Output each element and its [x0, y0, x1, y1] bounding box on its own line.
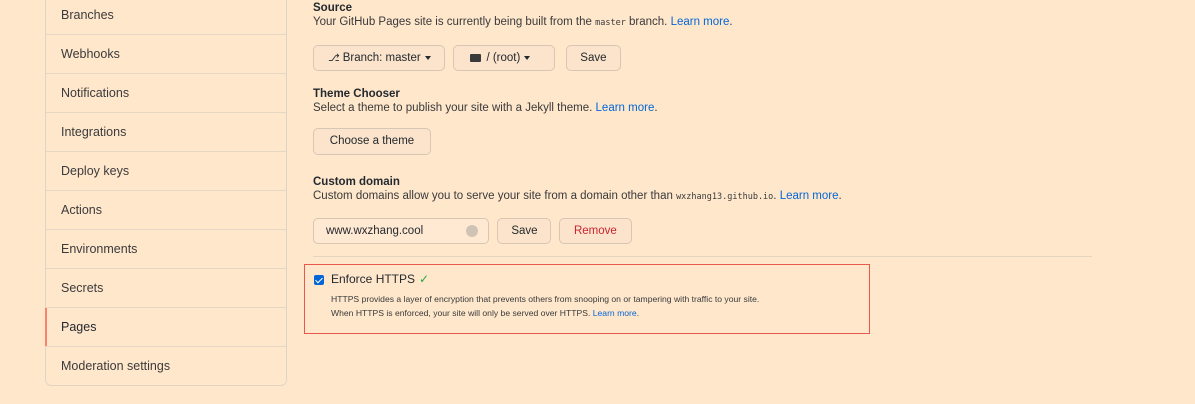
folder-icon	[470, 54, 482, 62]
sidebar-item-notifications[interactable]: Notifications	[46, 73, 286, 112]
period: .	[729, 16, 733, 28]
sidebar-item-label: Notifications	[61, 86, 130, 100]
theme-learn-more-link[interactable]: Learn more	[596, 102, 655, 114]
check-icon: ✓	[419, 272, 430, 286]
branch-select-button[interactable]: ⎇ Branch: master	[313, 45, 445, 71]
custom-domain-input[interactable]: www.wxzhang.cool	[313, 218, 489, 244]
source-section: Source Your GitHub Pages site is current…	[313, 2, 733, 28]
domain-code: wxzhang13.github.io	[676, 192, 774, 202]
enforce-https-label[interactable]: Enforce HTTPS ✓	[331, 272, 429, 286]
enforce-https-text: Enforce HTTPS	[331, 272, 416, 286]
theme-section: Theme Chooser Select a theme to publish …	[313, 88, 658, 114]
custom-domain-controls: www.wxzhang.cool Save Remove	[313, 218, 632, 244]
choose-theme-button[interactable]: Choose a theme	[313, 128, 431, 155]
https-desc-line2: When HTTPS is enforced, your site will o…	[331, 306, 759, 320]
source-learn-more-link[interactable]: Learn more	[671, 16, 730, 28]
sidebar-item-label: Environments	[61, 242, 138, 256]
custom-domain-section: Custom domain Custom domains allow you t…	[313, 176, 842, 202]
custom-domain-title: Custom domain	[313, 176, 400, 188]
theme-title: Theme Chooser	[313, 88, 400, 100]
branch-button-label: Branch: master	[342, 52, 421, 64]
section-divider	[313, 256, 1092, 257]
period: .	[838, 190, 842, 202]
enforce-https-checkbox[interactable]	[314, 275, 324, 285]
domain-remove-button[interactable]: Remove	[558, 218, 632, 244]
theme-description: Select a theme to publish your site with…	[313, 102, 658, 114]
sidebar-item-label: Secrets	[61, 281, 104, 295]
custom-domain-value: www.wxzhang.cool	[326, 225, 424, 237]
sidebar-item-label: Integrations	[61, 125, 127, 139]
source-desc-text-2: branch.	[625, 16, 671, 28]
source-save-button[interactable]: Save	[565, 45, 621, 71]
sidebar-item-label: Deploy keys	[61, 164, 130, 178]
sidebar-item-label: Actions	[61, 203, 102, 217]
period: .	[654, 102, 658, 114]
theme-desc-text: Select a theme to publish your site with…	[313, 102, 596, 114]
sidebar-item-label: Webhooks	[61, 47, 120, 61]
source-controls: ⎇ Branch: master / (root) Save	[313, 45, 621, 71]
chevron-down-icon	[424, 55, 431, 60]
enforce-https-box: Enforce HTTPS ✓ HTTPS provides a layer of…	[304, 264, 870, 334]
domain-learn-more-link[interactable]: Learn more	[780, 190, 839, 202]
sidebar-item-label: Branches	[61, 8, 114, 22]
sidebar-item-branches[interactable]: Branches	[46, 0, 286, 34]
domain-desc-text: Custom domains allow you to serve your s…	[313, 190, 677, 202]
source-description: Your GitHub Pages site is currently bein…	[313, 16, 733, 28]
folder-select-button[interactable]: / (root)	[453, 45, 556, 71]
https-desc-text: When HTTPS is enforced, your site will o…	[331, 308, 593, 318]
chevron-down-icon	[524, 55, 531, 60]
sidebar-item-secrets[interactable]: Secrets	[46, 268, 286, 307]
sidebar-item-deploy-keys[interactable]: Deploy keys	[46, 151, 286, 190]
sidebar-item-environments[interactable]: Environments	[46, 229, 286, 268]
domain-save-button[interactable]: Save	[497, 218, 552, 244]
enforce-https-description: HTTPS provides a layer of encryption tha…	[331, 292, 759, 320]
custom-domain-description: Custom domains allow you to serve your s…	[313, 190, 842, 202]
period: .	[636, 308, 640, 318]
branch-icon: ⎇	[328, 53, 340, 64]
sidebar-item-label: Pages	[61, 320, 97, 334]
source-desc-text: Your GitHub Pages site is currently bein…	[313, 16, 596, 28]
theme-controls: Choose a theme	[313, 128, 431, 155]
branch-code: master	[595, 18, 626, 28]
sidebar-item-integrations[interactable]: Integrations	[46, 112, 286, 151]
sidebar-item-webhooks[interactable]: Webhooks	[46, 34, 286, 73]
sidebar-item-moderation-settings[interactable]: Moderation settings	[46, 346, 286, 385]
globe-icon	[466, 225, 478, 237]
sidebar-item-actions[interactable]: Actions	[46, 190, 286, 229]
https-learn-more-link[interactable]: Learn more	[593, 308, 637, 318]
source-title: Source	[313, 2, 352, 14]
sidebar-item-label: Moderation settings	[61, 359, 171, 373]
settings-sidebar: Branches Webhooks Notifications Integrat…	[45, 0, 287, 386]
folder-button-label: / (root)	[486, 52, 521, 64]
https-desc-line1: HTTPS provides a layer of encryption tha…	[331, 294, 760, 304]
sidebar-item-pages[interactable]: Pages	[45, 307, 286, 346]
